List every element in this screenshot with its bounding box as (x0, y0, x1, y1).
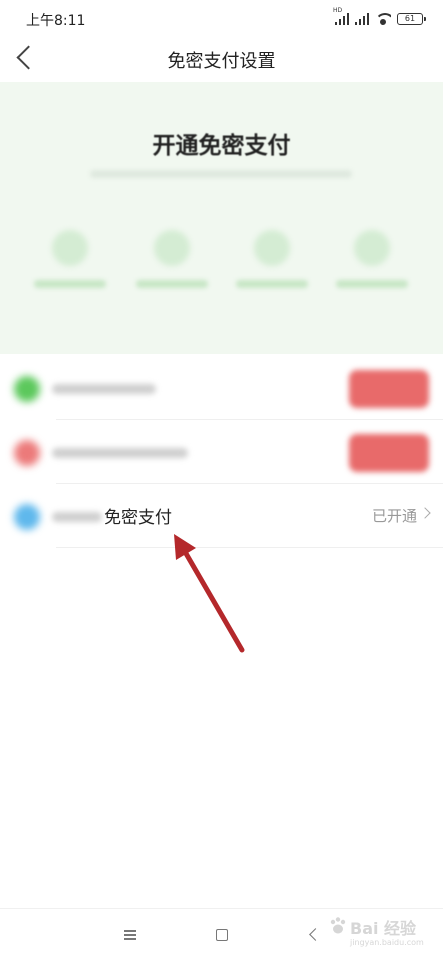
annotation-arrow-icon (174, 534, 245, 653)
paw-logo-icon (330, 917, 346, 934)
status-icons: HD 61 (333, 7, 426, 25)
green-circle-icon (14, 376, 40, 402)
watermark-url: jingyan.baidu.com (350, 938, 424, 947)
feature-label-blurred (136, 280, 208, 288)
open-button[interactable] (349, 434, 429, 472)
hero-banner: 开通免密支付 (0, 82, 443, 354)
feature-icon (154, 230, 190, 266)
row-label-blurred (52, 384, 156, 394)
feature-item (332, 230, 412, 300)
feature-icon (354, 230, 390, 266)
feature-label-blurred (34, 280, 106, 288)
wifi-icon (375, 13, 391, 25)
menu-button[interactable] (118, 923, 142, 947)
payment-list: 免密支付 已开通 (0, 356, 443, 548)
row-label-blurred (52, 512, 102, 522)
status-text: 已开通 (371, 507, 417, 525)
hero-title: 开通免密支付 (152, 133, 291, 159)
row-label-blurred (52, 448, 188, 458)
red-circle-icon (14, 440, 40, 466)
blue-circle-icon (14, 504, 40, 530)
status-bar: 上午8:11 HD 61 (0, 0, 443, 38)
feature-item (132, 230, 212, 300)
list-item[interactable] (0, 420, 443, 484)
feature-icon (254, 230, 290, 266)
hero-subtitle-blurred (90, 170, 352, 178)
system-back-button[interactable] (302, 923, 326, 947)
signal-icon-2 (355, 13, 369, 25)
watermark-text: Bai 经验 (350, 919, 417, 938)
feature-item (30, 230, 110, 300)
battery-level: 61 (404, 14, 416, 23)
screen: 上午8:11 HD 61 免密支付设置 开通免密支付 免密支付 已开通 Bai … (0, 0, 443, 960)
page-title: 免密支付设置 (167, 51, 276, 72)
battery-icon: 61 (397, 13, 426, 25)
status-time: 上午8:11 (26, 13, 86, 29)
signal-icon: HD (333, 7, 349, 25)
nav-bar: 免密支付设置 (0, 38, 443, 80)
list-item[interactable] (0, 356, 443, 420)
feature-icon (52, 230, 88, 266)
open-button[interactable] (349, 370, 429, 408)
feature-label-blurred (236, 280, 308, 288)
feature-label-blurred (336, 280, 408, 288)
watermark: Bai 经验 jingyan.baidu.com (326, 906, 438, 956)
feature-item (232, 230, 312, 300)
row-label: 免密支付 (104, 508, 172, 528)
home-button[interactable] (210, 923, 234, 947)
chevron-right-icon (419, 507, 431, 519)
